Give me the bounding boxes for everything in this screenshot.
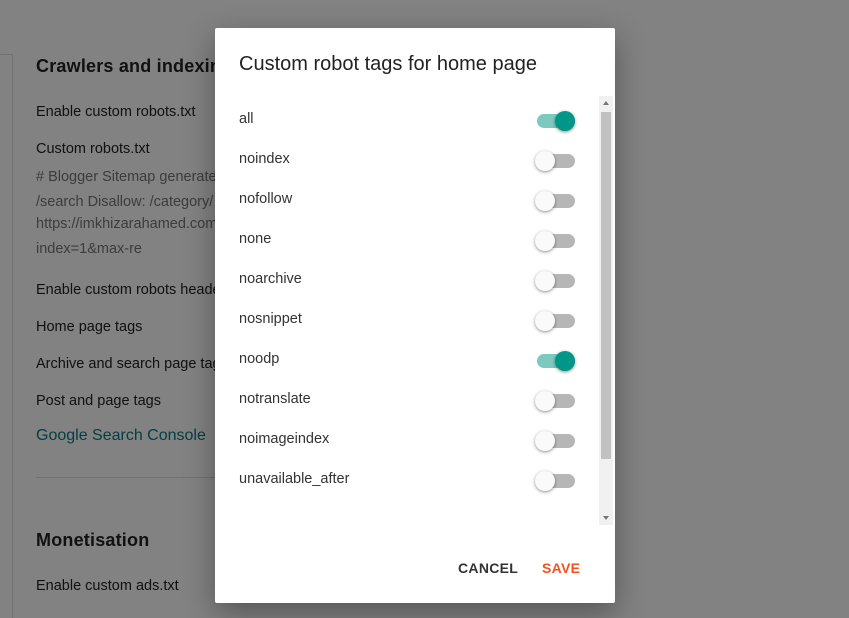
toggle-thumb [535,191,555,211]
toggle-thumb [535,471,555,491]
toggle-thumb [555,351,575,371]
robot-tag-label: none [239,231,272,247]
robot-tag-label: nofollow [239,191,293,207]
robot-tag-label: nosnippet [239,311,302,327]
robot-tag-option-nosnippet: nosnippet [239,301,591,341]
robot-tag-option-all: all [239,101,591,141]
robot-tag-label: noarchive [239,271,302,287]
robot-tag-option-unavailable-after: unavailable_after [239,461,591,501]
robot-tag-option-none: none [239,221,591,261]
robot-tag-toggle-noimageindex[interactable] [535,431,575,451]
toggle-thumb [535,311,555,331]
robot-tag-label: notranslate [239,391,311,407]
robot-tag-option-nofollow: nofollow [239,181,591,221]
robot-tag-toggle-nofollow[interactable] [535,191,575,211]
dialog-title: Custom robot tags for home page [239,53,537,75]
save-button[interactable]: SAVE [536,556,586,580]
robot-tag-toggle-none[interactable] [535,231,575,251]
robot-tags-dialog: Custom robot tags for home page all noind… [215,28,615,603]
robot-tag-option-noindex: noindex [239,141,591,181]
robot-tag-option-noimageindex: noimageindex [239,421,591,461]
robot-tag-label: unavailable_after [239,471,350,487]
robot-tag-option-noarchive: noarchive [239,261,591,301]
robot-tag-label: noindex [239,151,290,167]
toggle-thumb [535,271,555,291]
robot-tags-list: all noindex nofollow none noarchive nosnippet… [215,96,599,525]
robot-tag-toggle-nosnippet[interactable] [535,311,575,331]
toggle-thumb [555,111,575,131]
robot-tag-toggle-unavailable-after[interactable] [535,471,575,491]
cancel-button[interactable]: CANCEL [452,556,524,580]
scrollbar-thumb[interactable] [601,112,611,459]
scroll-up-arrow-icon[interactable] [599,96,613,110]
robot-tag-toggle-noarchive[interactable] [535,271,575,291]
robot-tag-option-noodp: noodp [239,341,591,381]
toggle-thumb [535,431,555,451]
robot-tag-toggle-noindex[interactable] [535,151,575,171]
robot-tag-label: all [239,111,254,127]
toggle-thumb [535,151,555,171]
toggle-thumb [535,231,555,251]
toggle-thumb [535,391,555,411]
robot-tag-label: noodp [239,351,280,367]
robot-tag-option-notranslate: notranslate [239,381,591,421]
robot-tag-toggle-notranslate[interactable] [535,391,575,411]
robot-tag-label: noimageindex [239,431,330,447]
dialog-scrollbar[interactable] [599,96,613,525]
scroll-down-arrow-icon[interactable] [599,511,613,525]
robot-tag-toggle-all[interactable] [537,111,575,131]
robot-tag-toggle-noodp[interactable] [537,351,575,371]
